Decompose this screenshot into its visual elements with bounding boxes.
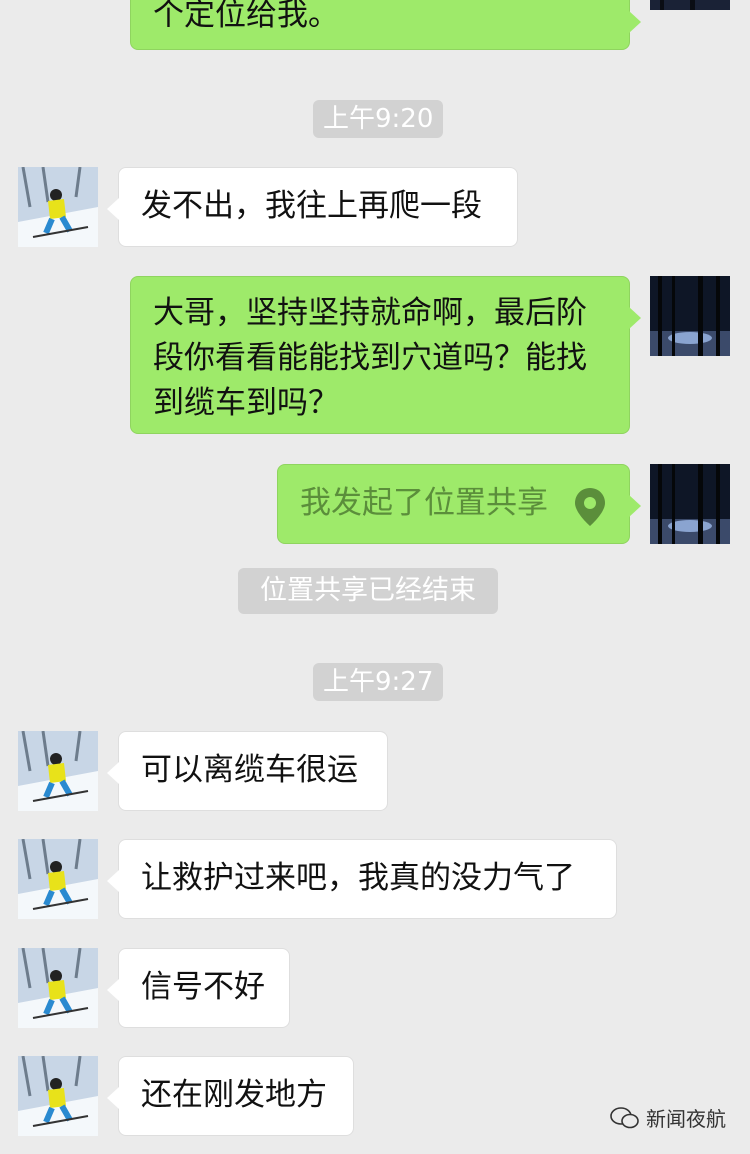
skier-avatar-image	[18, 839, 98, 919]
contact-avatar[interactable]	[18, 948, 98, 1028]
received-message[interactable]: 信号不好	[107, 948, 290, 1028]
contact-avatar[interactable]	[18, 1056, 98, 1136]
message-text: 让救护过来吧，我真的没力气了	[141, 860, 575, 896]
forest-avatar-image	[650, 464, 730, 544]
system-notice: 位置共享已经结束	[238, 568, 498, 614]
message-line: 大哥，坚持坚持就命啊，最后阶	[153, 295, 587, 331]
sent-message[interactable]: 大哥，坚持坚持就命啊，最后阶 段你看看能能找到穴道吗？能找 到缆车到吗？	[130, 276, 641, 434]
timestamp-text: 上午9:27	[323, 667, 434, 697]
message-text: 个定位给我。	[153, 0, 339, 33]
skier-avatar-image	[18, 1056, 98, 1136]
received-message[interactable]: 还在刚发地方	[107, 1056, 354, 1136]
skier-avatar-image	[18, 731, 98, 811]
system-notice-text: 位置共享已经结束	[260, 575, 476, 606]
location-pin-icon	[575, 488, 605, 526]
message-line: 段你看看能能找到穴道吗？能找	[153, 340, 587, 376]
watermark: 新闻夜航	[610, 1103, 726, 1132]
contact-avatar[interactable]	[18, 839, 98, 919]
wechat-logo-icon	[610, 1106, 639, 1128]
received-message[interactable]: 发不出，我往上再爬一段	[107, 167, 518, 247]
message-text: 还在刚发地方	[141, 1077, 327, 1113]
skier-avatar-image	[18, 948, 98, 1028]
timestamp: 上午9:27	[313, 663, 444, 701]
location-share-message[interactable]: 我发起了位置共享	[277, 464, 641, 544]
forest-avatar-image	[650, 276, 730, 356]
message-line: 到缆车到吗？	[153, 385, 339, 421]
skier-avatar-image	[18, 167, 98, 247]
sender-avatar[interactable]	[650, 276, 730, 356]
message-text: 发不出，我往上再爬一段	[141, 188, 482, 224]
message-text: 可以离缆车很运	[141, 752, 358, 788]
message-text: 我发起了位置共享	[300, 485, 548, 521]
sender-avatar[interactable]	[650, 0, 730, 10]
timestamp-text: 上午9:20	[323, 104, 434, 134]
contact-avatar[interactable]	[18, 167, 98, 247]
sent-message-partial[interactable]: 个定位给我。	[130, 0, 641, 50]
received-message[interactable]: 让救护过来吧，我真的没力气了	[107, 839, 617, 919]
watermark-text: 新闻夜航	[646, 1107, 726, 1131]
sender-avatar[interactable]	[650, 464, 730, 544]
timestamp: 上午9:20	[313, 100, 444, 138]
received-message[interactable]: 可以离缆车很运	[107, 731, 388, 811]
contact-avatar[interactable]	[18, 731, 98, 811]
message-text: 信号不好	[141, 969, 265, 1005]
